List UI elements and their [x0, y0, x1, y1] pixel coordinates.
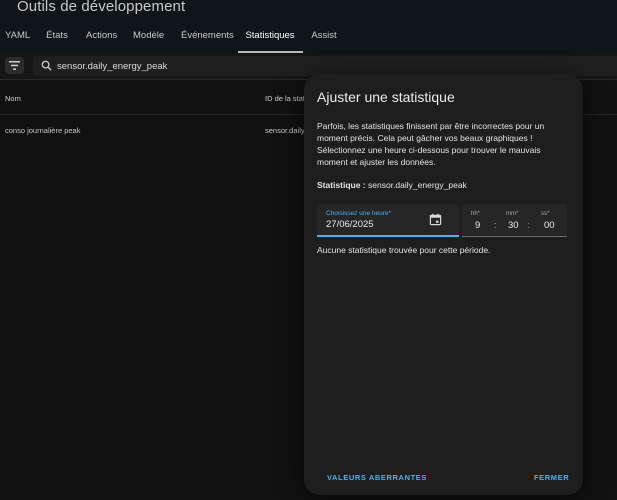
date-field-label: Choisissez une heure*: [326, 210, 392, 217]
close-button[interactable]: FERMER: [534, 473, 569, 482]
column-header-name[interactable]: Nom: [5, 94, 21, 103]
active-tab-indicator: [238, 51, 303, 53]
tab-events[interactable]: Événements: [181, 22, 234, 54]
calendar-icon[interactable]: [429, 213, 442, 226]
filter-toggle-button[interactable]: [5, 57, 24, 74]
tab-bar: YAML États Actions Modèle Événements Sta…: [0, 22, 617, 54]
statistic-value: sensor.daily_energy_peak: [368, 180, 467, 190]
statistic-line: Statistique : sensor.daily_energy_peak: [317, 180, 467, 190]
search-icon: [41, 60, 52, 71]
hours-input[interactable]: 9: [475, 220, 480, 231]
dialog-description: Parfois, les statistiques finissent par …: [317, 121, 545, 167]
tab-statistics[interactable]: Statistiques: [245, 22, 295, 54]
tab-yaml[interactable]: YAML: [5, 22, 30, 54]
filter-list-icon: [9, 61, 20, 70]
app-header: Outils de développement YAML États Actio…: [0, 0, 617, 54]
tab-states[interactable]: États: [46, 22, 68, 54]
tab-actions[interactable]: Actions: [86, 22, 117, 54]
hours-label: hh*: [471, 211, 481, 217]
outliers-button[interactable]: VALEURS ABERRANTES: [327, 473, 427, 482]
empty-message: Aucune statistique trouvée pour cette pé…: [317, 245, 491, 255]
search-box: [33, 56, 617, 76]
seconds-label: ss*: [541, 211, 550, 217]
search-input[interactable]: [57, 58, 307, 74]
date-picker-field[interactable]: Choisissez une heure* 27/06/2025: [317, 204, 459, 237]
tab-assist[interactable]: Assist: [311, 22, 337, 54]
dialog-title: Ajuster une statistique: [317, 89, 455, 105]
row-stat-id-cell[interactable]: sensor.daily: [265, 126, 304, 135]
adjust-statistic-dialog: Ajuster une statistique Parfois, les sta…: [304, 74, 583, 495]
page-title: Outils de développement: [17, 0, 186, 15]
date-field-value[interactable]: 27/06/2025: [326, 219, 374, 230]
column-header-stat-id[interactable]: ID de la stat: [265, 94, 304, 103]
statistic-label: Statistique :: [317, 180, 366, 190]
minutes-label: mm*: [506, 211, 519, 217]
seconds-input[interactable]: 00: [544, 220, 555, 231]
time-separator: :: [494, 220, 497, 231]
time-separator: :: [527, 220, 530, 231]
time-picker-field: hh* 9 : mm* 30 : ss* 00: [462, 204, 567, 237]
minutes-input[interactable]: 30: [508, 220, 519, 231]
tab-template[interactable]: Modèle: [133, 22, 164, 54]
row-name-cell[interactable]: conso journalière peak: [5, 126, 80, 135]
